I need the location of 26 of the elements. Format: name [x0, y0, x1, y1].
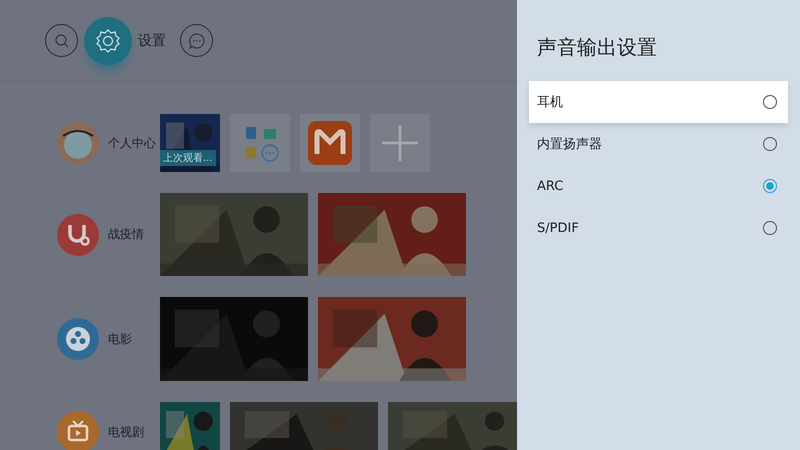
output-option[interactable]: ARC — [529, 165, 788, 207]
tv-icon — [57, 411, 99, 450]
panel-title: 声音输出设置 — [537, 34, 658, 61]
nav-label: 设置 — [138, 32, 166, 50]
message-button[interactable] — [180, 24, 213, 57]
stethoscope-icon — [57, 214, 99, 256]
output-option[interactable]: 耳机 — [529, 81, 788, 123]
radio-button[interactable] — [763, 95, 777, 109]
output-option[interactable]: S/PDIF — [529, 207, 788, 249]
app-logo-icon — [308, 121, 352, 165]
tile-caption: 上次观看... — [160, 150, 216, 166]
app-tile[interactable] — [300, 114, 360, 172]
add-tile[interactable] — [370, 114, 430, 172]
settings-icon — [94, 26, 122, 54]
message-icon — [188, 32, 206, 50]
search-icon — [54, 32, 70, 48]
plus-icon — [382, 125, 418, 161]
settings-button[interactable] — [84, 16, 132, 64]
apps-tile[interactable] — [230, 114, 290, 172]
radio-button[interactable] — [763, 179, 777, 193]
avatar-icon — [57, 122, 99, 164]
film-reel-icon — [57, 318, 99, 360]
output-option[interactable]: 内置扬声器 — [529, 123, 788, 165]
radio-button[interactable] — [763, 137, 777, 151]
radio-button[interactable] — [763, 221, 777, 235]
search-button[interactable] — [45, 24, 78, 57]
